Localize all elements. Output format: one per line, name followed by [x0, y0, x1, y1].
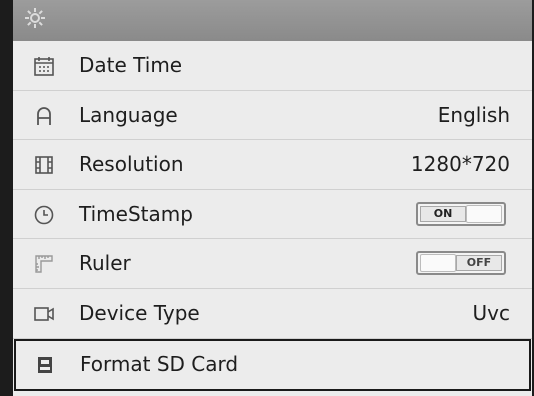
setting-device-type[interactable]: Device Type Uvc — [13, 289, 532, 339]
toggle-knob — [466, 204, 502, 223]
clock-icon — [33, 204, 55, 226]
toggle-state: OFF — [456, 255, 502, 272]
gear-icon — [23, 6, 47, 30]
calendar-icon — [33, 55, 55, 77]
film-icon — [33, 154, 55, 176]
settings-panel: Date Time Language English Resolution 12… — [13, 0, 532, 396]
camera-icon — [33, 303, 55, 325]
timestamp-toggle[interactable]: ON — [416, 201, 506, 226]
setting-format-sd-card[interactable]: Format SD Card — [14, 338, 531, 391]
language-label: Language — [79, 102, 178, 127]
language-value: English — [437, 102, 510, 127]
setting-date-time[interactable]: Date Time — [13, 41, 532, 91]
ruler-toggle[interactable]: OFF — [416, 251, 506, 276]
timestamp-label: TimeStamp — [79, 201, 193, 226]
ruler-icon — [33, 253, 55, 275]
device-type-value: Uvc — [472, 300, 510, 325]
format-sd-card-label: Format SD Card — [80, 351, 239, 376]
device-type-label: Device Type — [79, 300, 200, 325]
setting-ruler[interactable]: Ruler OFF — [13, 239, 532, 289]
toggle-knob — [420, 254, 456, 273]
resolution-value: 1280*720 — [410, 152, 510, 177]
setting-timestamp[interactable]: TimeStamp ON — [13, 190, 532, 240]
setting-resolution[interactable]: Resolution 1280*720 — [13, 140, 532, 190]
setting-language[interactable]: Language English — [13, 91, 532, 141]
date-time-label: Date Time — [79, 53, 183, 77]
toggle-state: ON — [420, 205, 466, 222]
ruler-label: Ruler — [79, 251, 131, 276]
resolution-label: Resolution — [79, 152, 184, 177]
sd-card-icon — [34, 354, 56, 376]
language-icon — [33, 105, 55, 127]
screen: Date Time Language English Resolution 12… — [0, 0, 534, 396]
settings-header — [13, 0, 532, 41]
